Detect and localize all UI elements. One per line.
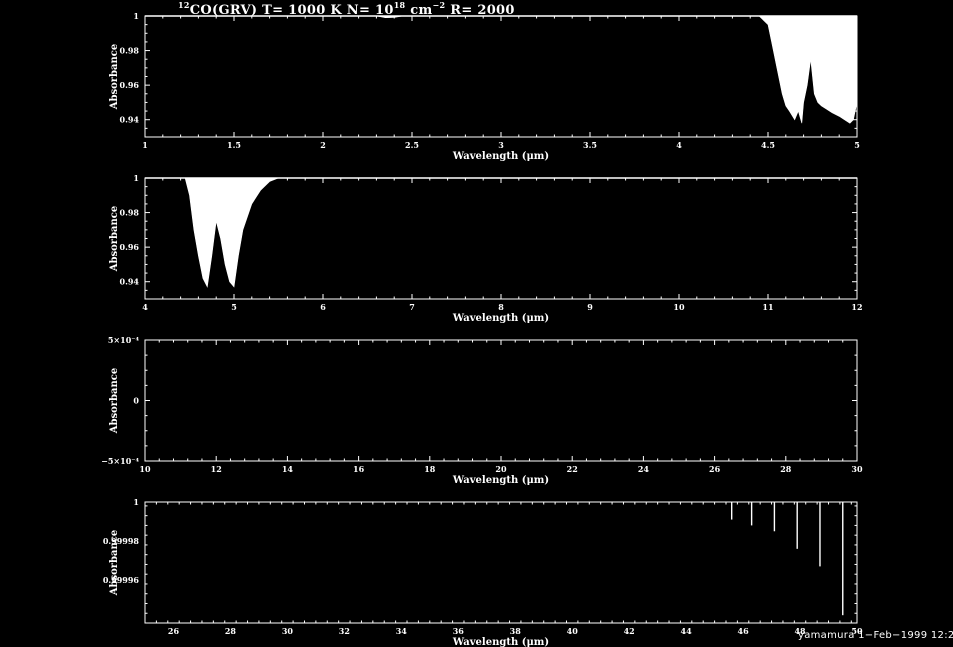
x-tick-label: 34 — [396, 626, 408, 636]
footer-stamp: yamamura 1−Feb−1999 12:24 — [798, 630, 953, 641]
x-tick-label: 4 — [676, 140, 682, 150]
x-tick-label: 1 — [142, 140, 148, 150]
x-tick-label: 46 — [738, 626, 750, 636]
x-axis-label: Wavelength (μm) — [452, 313, 549, 324]
x-tick-label: 22 — [567, 464, 578, 474]
x-tick-label: 3.5 — [583, 140, 597, 150]
x-tick-label: 30 — [282, 626, 294, 636]
x-tick-label: 26 — [168, 626, 180, 636]
x-axis-label: Wavelength (μm) — [452, 637, 549, 647]
figure: 12CO(GRV) T= 1000 K N= 1018 cm−2 R= 2000… — [0, 0, 953, 647]
x-tick-label: 10 — [139, 464, 151, 474]
x-tick-label: 2.5 — [405, 140, 419, 150]
panel-1: 1 1.5 2 2.5 3 3.5 4 4.5 5 1 0.98 0.96 0.94 Wavelength… — [109, 11, 860, 162]
x-tick-label: 8 — [498, 302, 504, 312]
y-tick-label: 0.94 — [120, 277, 140, 287]
x-tick-label: 5 — [231, 302, 237, 312]
x-tick-label: 6 — [320, 302, 326, 312]
x-tick-label: 1.5 — [227, 140, 241, 150]
x-tick-label: 4.5 — [761, 140, 775, 150]
x-axis-label: Wavelength (μm) — [452, 475, 549, 486]
absorbance-area — [145, 15, 858, 124]
absorbance-area — [145, 177, 857, 288]
plots-svg: 1 1.5 2 2.5 3 3.5 4 4.5 5 1 0.98 0.96 0.94 Wavelength… — [101, 11, 863, 647]
y-tick-label: 0.96 — [120, 242, 140, 252]
x-tick-label: 24 — [638, 464, 650, 474]
x-tick-label: 42 — [624, 626, 635, 636]
x-tick-label: 9 — [587, 302, 593, 312]
x-tick-label: 20 — [495, 464, 507, 474]
y-tick-label: 1 — [133, 497, 139, 507]
x-tick-label: 32 — [339, 626, 350, 636]
x-tick-label: 18 — [424, 464, 436, 474]
x-tick-label: 26 — [709, 464, 721, 474]
y-axis-label: Absorbance — [109, 530, 120, 597]
plot-frame — [144, 339, 858, 462]
x-tick-label: 5 — [854, 140, 860, 150]
x-tick-label: 28 — [225, 626, 237, 636]
y-tick-label: 0.98 — [120, 46, 140, 56]
y-tick-label: 1 — [133, 11, 139, 21]
y-tick-label: 0.96 — [120, 80, 140, 90]
x-tick-label: 38 — [510, 626, 522, 636]
x-tick-label: 40 — [567, 626, 579, 636]
y-tick-label: 5×10⁻⁴ — [108, 335, 140, 345]
x-tick-label: 12 — [211, 464, 222, 474]
x-tick-label: 2 — [320, 140, 326, 150]
x-tick-label: 11 — [762, 302, 773, 312]
y-axis-label: Absorbance — [109, 44, 120, 111]
x-tick-label: 44 — [681, 626, 693, 636]
y-tick-label: 0.94 — [120, 115, 140, 125]
panel-3: 10 12 14 16 18 20 22 24 26 28 30 5×10⁻⁴ 0 −5×10⁻⁴ Wave… — [101, 335, 863, 486]
y-tick-label: 0.98 — [120, 208, 140, 218]
y-tick-label: −5×10⁻⁴ — [101, 456, 139, 466]
panel-2: 4 5 6 7 8 9 10 11 12 1 0.98 0.96 0.94 Wavelength (μm)… — [109, 173, 863, 324]
x-tick-label: 12 — [851, 302, 862, 312]
y-tick-label: 1 — [133, 173, 139, 183]
x-tick-label: 28 — [780, 464, 792, 474]
plot-frame — [144, 501, 858, 624]
x-tick-label: 3 — [498, 140, 504, 150]
panel-4: 26 28 30 32 34 36 38 40 42 44 46 48 5010.999980.9999… — [103, 497, 863, 647]
x-tick-label: 7 — [409, 302, 415, 312]
x-tick-label: 16 — [353, 464, 365, 474]
x-tick-label: 4 — [142, 302, 148, 312]
y-axis-label: Absorbance — [109, 206, 120, 273]
x-tick-label: 30 — [851, 464, 863, 474]
y-axis-label: Absorbance — [109, 368, 120, 435]
x-tick-label: 14 — [282, 464, 294, 474]
x-axis-label: Wavelength (μm) — [452, 151, 549, 162]
x-tick-label: 10 — [673, 302, 685, 312]
x-tick-label: 36 — [453, 626, 465, 636]
plot-frame — [144, 15, 858, 138]
y-tick-label: 0 — [133, 396, 139, 406]
